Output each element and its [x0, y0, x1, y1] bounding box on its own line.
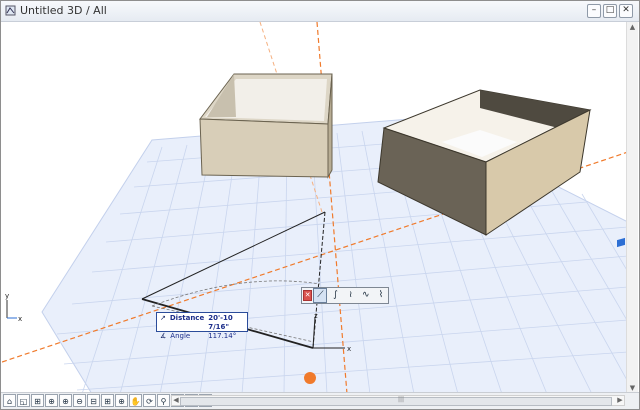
- palette-close-button[interactable]: ✕: [303, 290, 313, 301]
- angle-value[interactable]: 117.14°: [208, 332, 236, 341]
- axis-z-label: z: [314, 312, 318, 320]
- 3d-scene[interactable]: x z x y: [2, 22, 628, 394]
- 3d-viewport[interactable]: x z x y: [2, 22, 628, 394]
- scroll-up-icon[interactable]: ▲: [627, 22, 638, 33]
- zoom-area-icon[interactable]: ⊕: [59, 394, 72, 407]
- close-button[interactable]: ✕: [619, 4, 633, 18]
- cursor-dot: [304, 372, 316, 384]
- polyline-straight-tool-button[interactable]: ⟋: [313, 288, 328, 303]
- window-app-icon: [5, 5, 16, 16]
- angle-icon: ∡: [160, 332, 167, 340]
- distance-icon: ↗: [160, 314, 166, 322]
- angle-label: Angle: [170, 332, 191, 340]
- scroll-right-icon[interactable]: ▶: [616, 396, 624, 405]
- distance-value[interactable]: 20'-10 7/16": [208, 314, 244, 332]
- vertical-scrollbar[interactable]: ▲ ▼: [626, 22, 638, 394]
- view-settings-icon[interactable]: ◱: [17, 394, 30, 407]
- orbit-icon[interactable]: ⟳: [143, 394, 156, 407]
- origin-x-label: x: [18, 315, 22, 323]
- zoom-in-icon[interactable]: ⊕: [45, 394, 58, 407]
- window: Untitled 3D / All – □ ✕ x z x y ↗ Distan…: [0, 0, 640, 410]
- polyline-arc-tool-button[interactable]: ∫: [328, 288, 342, 303]
- horizontal-scrollbar[interactable]: ◀ ||| ▶: [171, 395, 625, 406]
- origin-y-label: y: [5, 292, 9, 300]
- pet-palette: ✕ ⟋ ∫ ≀ ∿ ⌇: [301, 287, 389, 304]
- home-view-icon[interactable]: ⌂: [3, 394, 16, 407]
- zoom-out-icon[interactable]: ⊖: [73, 394, 86, 407]
- distance-label: Distance: [169, 314, 205, 322]
- minimize-button[interactable]: –: [587, 4, 601, 18]
- axis-x-label: x: [347, 345, 351, 353]
- status-bar: ⌂ ◱ ⊞ ⊕ ⊕ ⊖ ⊟ ⊞ ⊕ ✋ ⟳ ⚲ ⚐ ⤺ ⟲ ◀ ||| ▶: [1, 392, 639, 409]
- actual-size-icon[interactable]: ⊞: [101, 394, 114, 407]
- window-title: Untitled 3D / All: [20, 4, 107, 17]
- maximize-button[interactable]: □: [603, 4, 617, 18]
- polyline-tangent-tool-button[interactable]: ≀: [344, 288, 358, 303]
- scroll-left-icon[interactable]: ◀: [172, 396, 180, 405]
- polyline-spline-tool-button[interactable]: ∿: [359, 288, 373, 303]
- box-left[interactable]: [199, 73, 333, 179]
- fit-window-icon[interactable]: ⊞: [31, 394, 44, 407]
- origin-axes: [6, 300, 16, 319]
- explore-icon[interactable]: ⚲: [157, 394, 170, 407]
- title-bar: Untitled 3D / All – □ ✕: [1, 1, 639, 22]
- scroll-grip-icon[interactable]: |||: [398, 396, 404, 403]
- zoom-selection-icon[interactable]: ⊕: [115, 394, 128, 407]
- pan-hand-icon[interactable]: ✋: [129, 394, 142, 407]
- fit-in-window-icon[interactable]: ⊟: [87, 394, 100, 407]
- polyline-curve-tool-button[interactable]: ⌇: [374, 288, 388, 303]
- scroll-thumb[interactable]: [180, 397, 612, 406]
- tracker-panel: ↗ Distance 20'-10 7/16" ∡ Angle 117.14°: [156, 312, 248, 340]
